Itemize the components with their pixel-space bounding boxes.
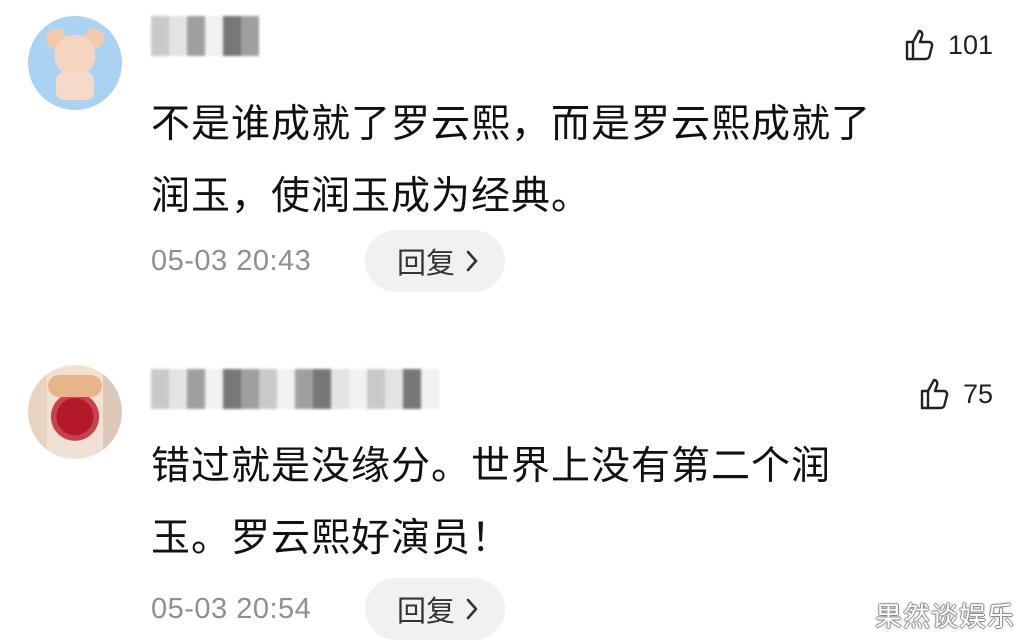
avatar[interactable] — [28, 16, 122, 110]
username-mosaic — [241, 369, 259, 409]
thumbs-up-icon — [902, 27, 938, 63]
chevron-right-icon — [463, 248, 481, 274]
avatar[interactable] — [28, 365, 122, 459]
comment-text: 不是谁成就了罗云熙，而是罗云熙成就了 润玉，使润玉成为经典。 — [151, 89, 971, 233]
watermark-text: 果然谈娱乐 — [875, 602, 1015, 633]
username-mosaic — [385, 369, 403, 409]
chevron-right-icon — [463, 596, 481, 622]
username-mosaic — [223, 369, 241, 409]
username-mosaic — [259, 369, 277, 409]
thumbs-up-icon — [917, 376, 953, 412]
username-mosaic — [403, 369, 421, 409]
reply-button[interactable]: 回复 — [365, 230, 506, 292]
reply-label: 回复 — [397, 594, 456, 628]
comment-text-line: 玉。罗云熙好演员！ — [151, 516, 512, 561]
username-mosaic — [241, 16, 259, 56]
username-mosaic — [169, 16, 187, 56]
like-button[interactable]: 75 — [917, 376, 993, 412]
username-mosaic — [151, 369, 169, 409]
username-mosaic — [277, 369, 295, 409]
timestamp: 05-03 20:54 — [151, 592, 312, 625]
reply-label: 回复 — [397, 246, 456, 280]
username-mosaic — [151, 16, 169, 56]
username-mosaic — [367, 369, 385, 409]
comment-text: 错过就是没缘分。世界上没有第二个润 玉。罗云熙好演员！ — [151, 431, 971, 575]
username-mosaic — [331, 369, 349, 409]
username-mosaic — [187, 369, 205, 409]
comment-text-line: 错过就是没缘分。世界上没有第二个润 — [151, 444, 832, 489]
like-count: 101 — [947, 29, 993, 60]
comment-meta: 05-03 20:54 回复 — [151, 578, 506, 640]
username-mosaic — [349, 369, 367, 409]
like-count: 75 — [962, 378, 993, 409]
reply-button[interactable]: 回复 — [365, 578, 506, 640]
username-mosaic — [223, 16, 241, 56]
username-mosaic — [295, 369, 313, 409]
username-blurred[interactable] — [151, 16, 263, 56]
username-mosaic — [169, 369, 187, 409]
like-button[interactable]: 101 — [902, 27, 993, 63]
username-mosaic — [205, 369, 223, 409]
timestamp: 05-03 20:43 — [151, 244, 312, 277]
username-blurred[interactable] — [151, 369, 445, 409]
comment-text-line: 不是谁成就了罗云熙，而是罗云熙成就了 — [151, 102, 872, 147]
comment-text-line: 润玉，使润玉成为经典。 — [151, 174, 592, 219]
username-mosaic — [421, 369, 439, 409]
username-mosaic — [313, 369, 331, 409]
username-mosaic — [187, 16, 205, 56]
comment-item: 101 不是谁成就了罗云熙，而是罗云熙成就了 润玉，使润玉成为经典。 05-03… — [0, 0, 1035, 320]
comment-meta: 05-03 20:43 回复 — [151, 230, 506, 292]
username-mosaic — [205, 16, 223, 56]
